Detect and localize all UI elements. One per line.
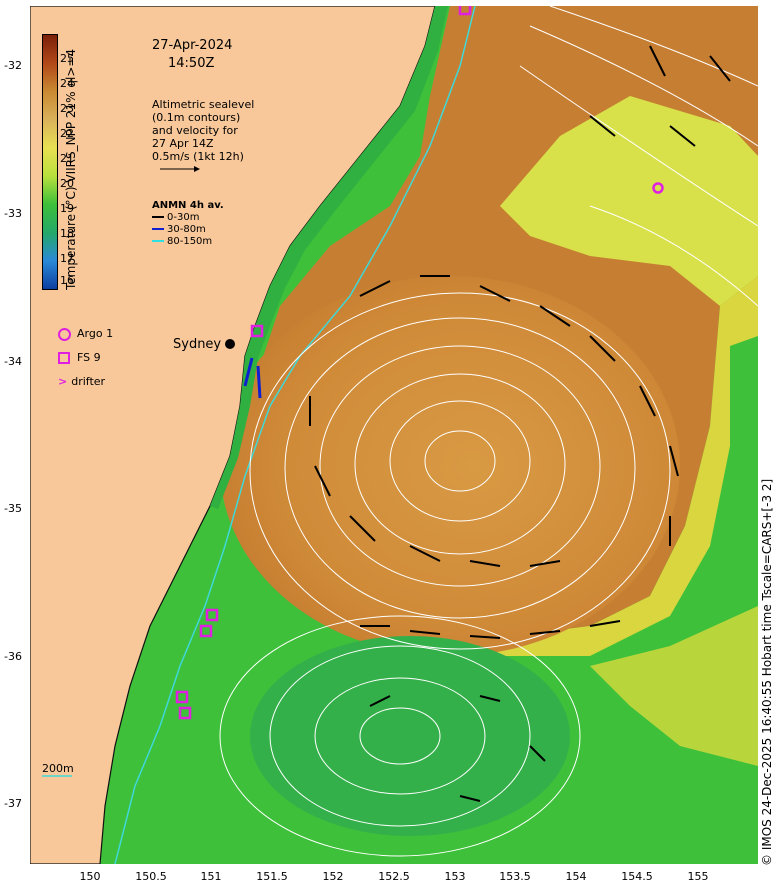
anmn-row: 80-150m	[152, 236, 224, 248]
lon-tick: 153.5	[499, 870, 531, 883]
note-line: 0.5m/s (1kt 12h)	[152, 150, 244, 163]
place-label-sydney: Sydney	[173, 337, 222, 352]
lat-tick: -36	[4, 650, 22, 663]
lon-tick: 150	[79, 870, 101, 883]
legend-row: FS 9	[58, 346, 113, 370]
lat-tick: -32	[4, 59, 22, 72]
note-line: (0.1m contours)	[152, 111, 241, 124]
sydney-marker	[225, 339, 235, 349]
isobath-label: 200m	[42, 762, 74, 775]
note-line: Altimetric sealevel	[152, 98, 255, 111]
note-line: and velocity for	[152, 124, 238, 137]
legend-label: drifter	[71, 375, 106, 388]
anmn-title: ANMN 4h av.	[152, 200, 224, 211]
colorbar-title: Temperature (°C) VIIRS_NPP 21% ql>=4	[64, 48, 78, 290]
lon-tick: 153	[444, 870, 466, 883]
legend-label: Argo 1	[77, 327, 114, 340]
date-label: 27-Apr-2024	[152, 38, 233, 53]
lon-tick: 155	[687, 870, 709, 883]
anmn-row: 30-80m	[152, 224, 224, 236]
lat-tick: -37	[4, 797, 22, 810]
time-label: 14:50Z	[168, 56, 215, 71]
lat-tick: -33	[4, 207, 22, 220]
marker-legend: Argo 1 FS 9 > drifter	[58, 322, 113, 394]
warm-core-eddy	[220, 276, 680, 656]
lon-tick: 152	[322, 870, 344, 883]
anmn-item: 30-80m	[167, 224, 206, 235]
lon-tick: 150.5	[135, 870, 167, 883]
altimetry-note: Altimetric sealevel (0.1m contours) and …	[152, 98, 254, 163]
lat-tick: -35	[4, 502, 22, 515]
lon-tick: 152.5	[378, 870, 410, 883]
scale-arrow	[160, 166, 200, 172]
anmn-item: 80-150m	[167, 236, 213, 247]
lon-tick: 154.5	[621, 870, 653, 883]
cool-eddy	[250, 636, 570, 836]
sst-map: 200m 25 24 23 22 21 20 19 18 17 16 27-Ap…	[30, 6, 758, 864]
legend-row: > drifter	[58, 375, 106, 388]
anmn-legend: ANMN 4h av. 0-30m 30-80m 80-150m	[152, 200, 224, 248]
lon-tick: 151.5	[256, 870, 288, 883]
anmn-row: 0-30m	[152, 212, 224, 224]
legend-row: Argo 1	[58, 322, 113, 346]
lat-tick: -34	[4, 355, 22, 368]
credit-line: © IMOS 24-Dec-2025 16:40:55 Hobart time …	[760, 478, 774, 866]
legend-label: FS 9	[77, 351, 101, 364]
colorbar	[42, 34, 58, 290]
lon-tick: 154	[565, 870, 587, 883]
anmn-item: 0-30m	[167, 212, 200, 223]
note-line: 27 Apr 14Z	[152, 137, 214, 150]
lon-tick: 151	[200, 870, 222, 883]
